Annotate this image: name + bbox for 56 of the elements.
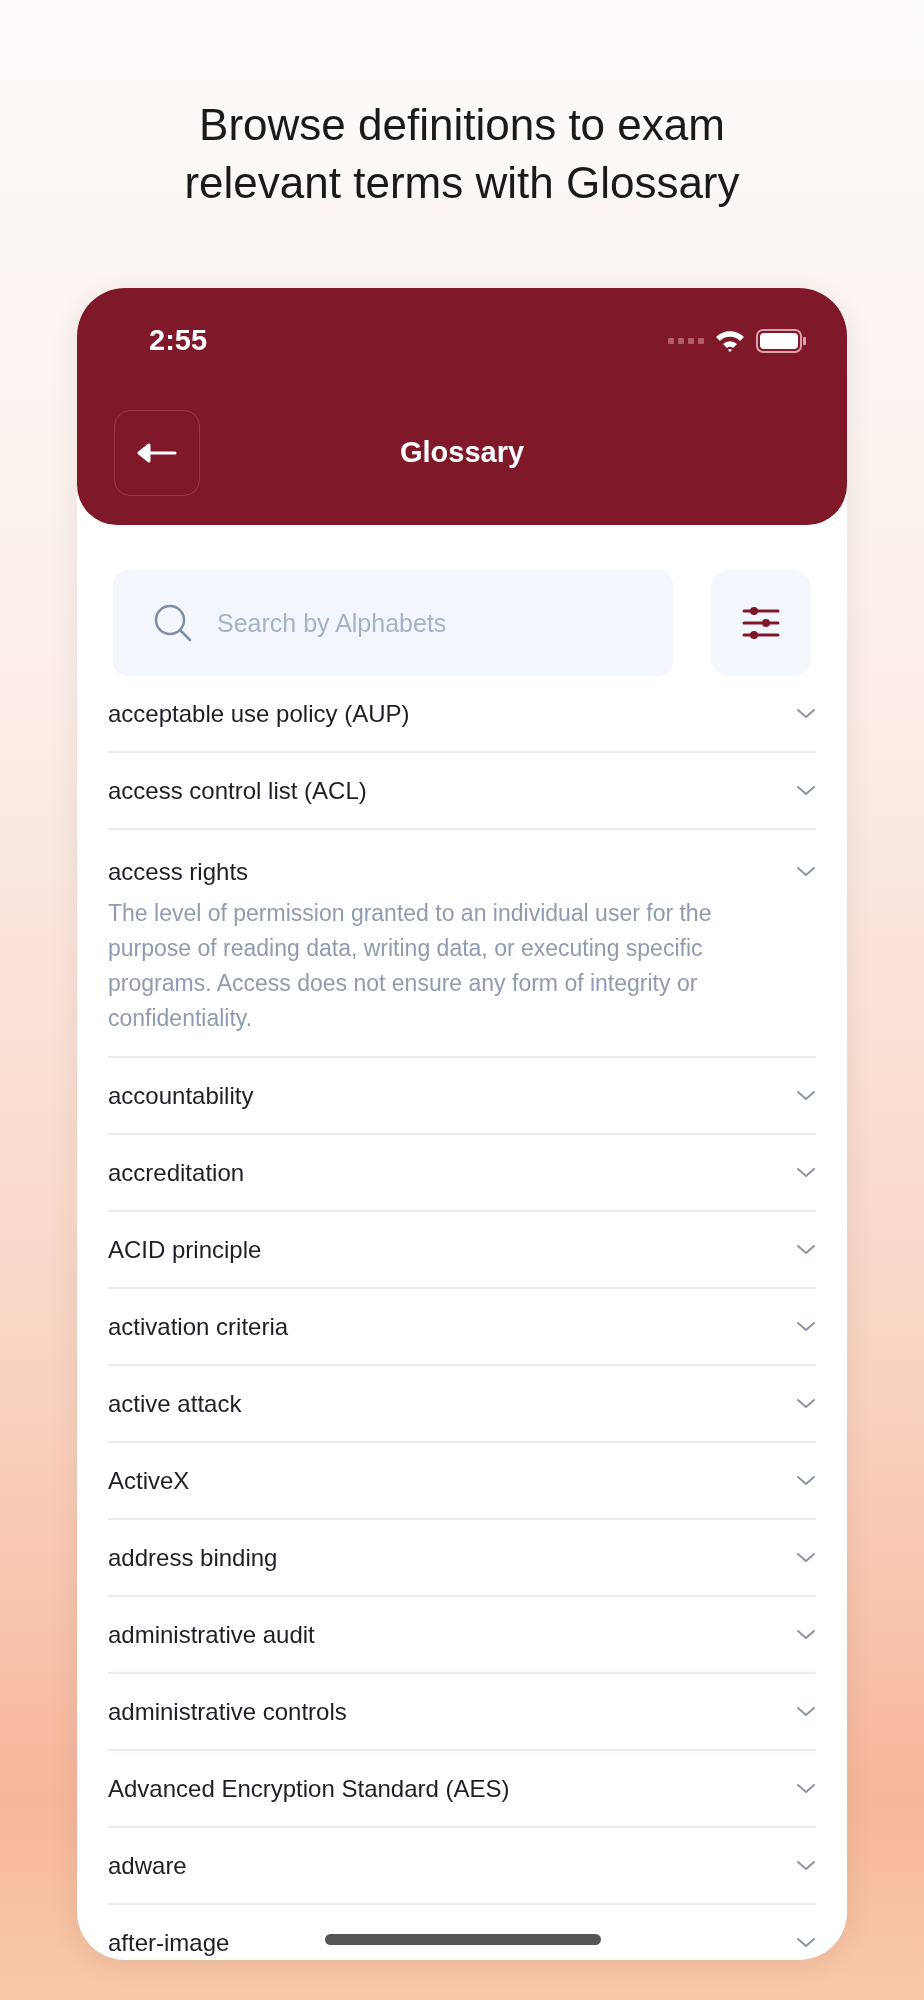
battery-icon xyxy=(756,329,806,353)
term-title: acceptable use policy (AUP) xyxy=(108,698,410,729)
wifi-icon xyxy=(714,329,746,353)
term-title: access control list (ACL) xyxy=(108,775,367,806)
back-arrow-icon xyxy=(137,443,177,463)
term-row[interactable]: accountability xyxy=(108,1058,816,1135)
term-row[interactable]: ACID principle xyxy=(108,1212,816,1289)
chevron-down-icon xyxy=(796,1166,816,1179)
term-row[interactable]: access control list (ACL) xyxy=(108,753,816,830)
search-field[interactable]: Search by Alphabets xyxy=(113,570,673,676)
chevron-down-icon xyxy=(796,1859,816,1872)
term-row[interactable]: Advanced Encryption Standard (AES) xyxy=(108,1751,816,1828)
chevron-down-icon xyxy=(796,1705,816,1718)
term-title: active attack xyxy=(108,1388,242,1419)
term-title: address binding xyxy=(108,1542,278,1573)
term-title: adware xyxy=(108,1850,187,1881)
search-icon xyxy=(153,603,193,643)
chevron-down-icon xyxy=(796,1782,816,1795)
chevron-down-icon xyxy=(796,866,816,878)
term-title: administrative controls xyxy=(108,1696,347,1727)
term-row[interactable]: ActiveX xyxy=(108,1443,816,1520)
term-title: activation criteria xyxy=(108,1311,289,1342)
chevron-down-icon xyxy=(796,1628,816,1641)
term-title: accreditation xyxy=(108,1157,245,1188)
back-button[interactable] xyxy=(114,410,200,496)
term-title: Advanced Encryption Standard (AES) xyxy=(108,1773,510,1804)
chevron-down-icon xyxy=(796,1474,816,1487)
term-title: access rights xyxy=(108,857,249,887)
chevron-down-icon xyxy=(796,1936,816,1949)
term-row[interactable]: activation criteria xyxy=(108,1289,816,1366)
chevron-down-icon xyxy=(796,1397,816,1410)
chevron-down-icon xyxy=(796,1243,816,1256)
term-row[interactable]: address binding xyxy=(108,1520,816,1597)
chevron-down-icon xyxy=(796,1089,816,1102)
term-row[interactable]: active attack xyxy=(108,1366,816,1443)
status-time: 2:55 xyxy=(149,323,208,359)
term-title: accountability xyxy=(108,1080,254,1111)
term-title: administrative audit xyxy=(108,1619,315,1650)
term-title: after-image xyxy=(108,1927,230,1958)
screen-title: Glossary xyxy=(399,435,525,471)
chevron-down-icon xyxy=(796,707,816,720)
term-row[interactable]: acceptable use policy (AUP) xyxy=(108,676,816,753)
term-row[interactable]: administrative audit xyxy=(108,1597,816,1674)
term-title: ActiveX xyxy=(108,1465,190,1496)
filter-button[interactable] xyxy=(711,570,811,676)
term-row[interactable]: adware xyxy=(108,1828,816,1905)
term-row[interactable]: administrative controls xyxy=(108,1674,816,1751)
chevron-down-icon xyxy=(796,1320,816,1333)
signal-icon xyxy=(668,337,704,345)
headline: Browse definitions to exam relevant terms with Glossary xyxy=(183,99,741,209)
term-row[interactable]: accreditation xyxy=(108,1135,816,1212)
sliders-icon xyxy=(742,607,780,639)
chevron-down-icon xyxy=(796,1551,816,1564)
chevron-down-icon xyxy=(796,784,816,797)
term-definition: The level of permission granted to an individual user for the purpose of reading data, writing data, or executing specific programs. Access does not ensure any form of integrity or confidentiality. xyxy=(108,899,713,1033)
term-title: ACID principle xyxy=(108,1234,262,1265)
